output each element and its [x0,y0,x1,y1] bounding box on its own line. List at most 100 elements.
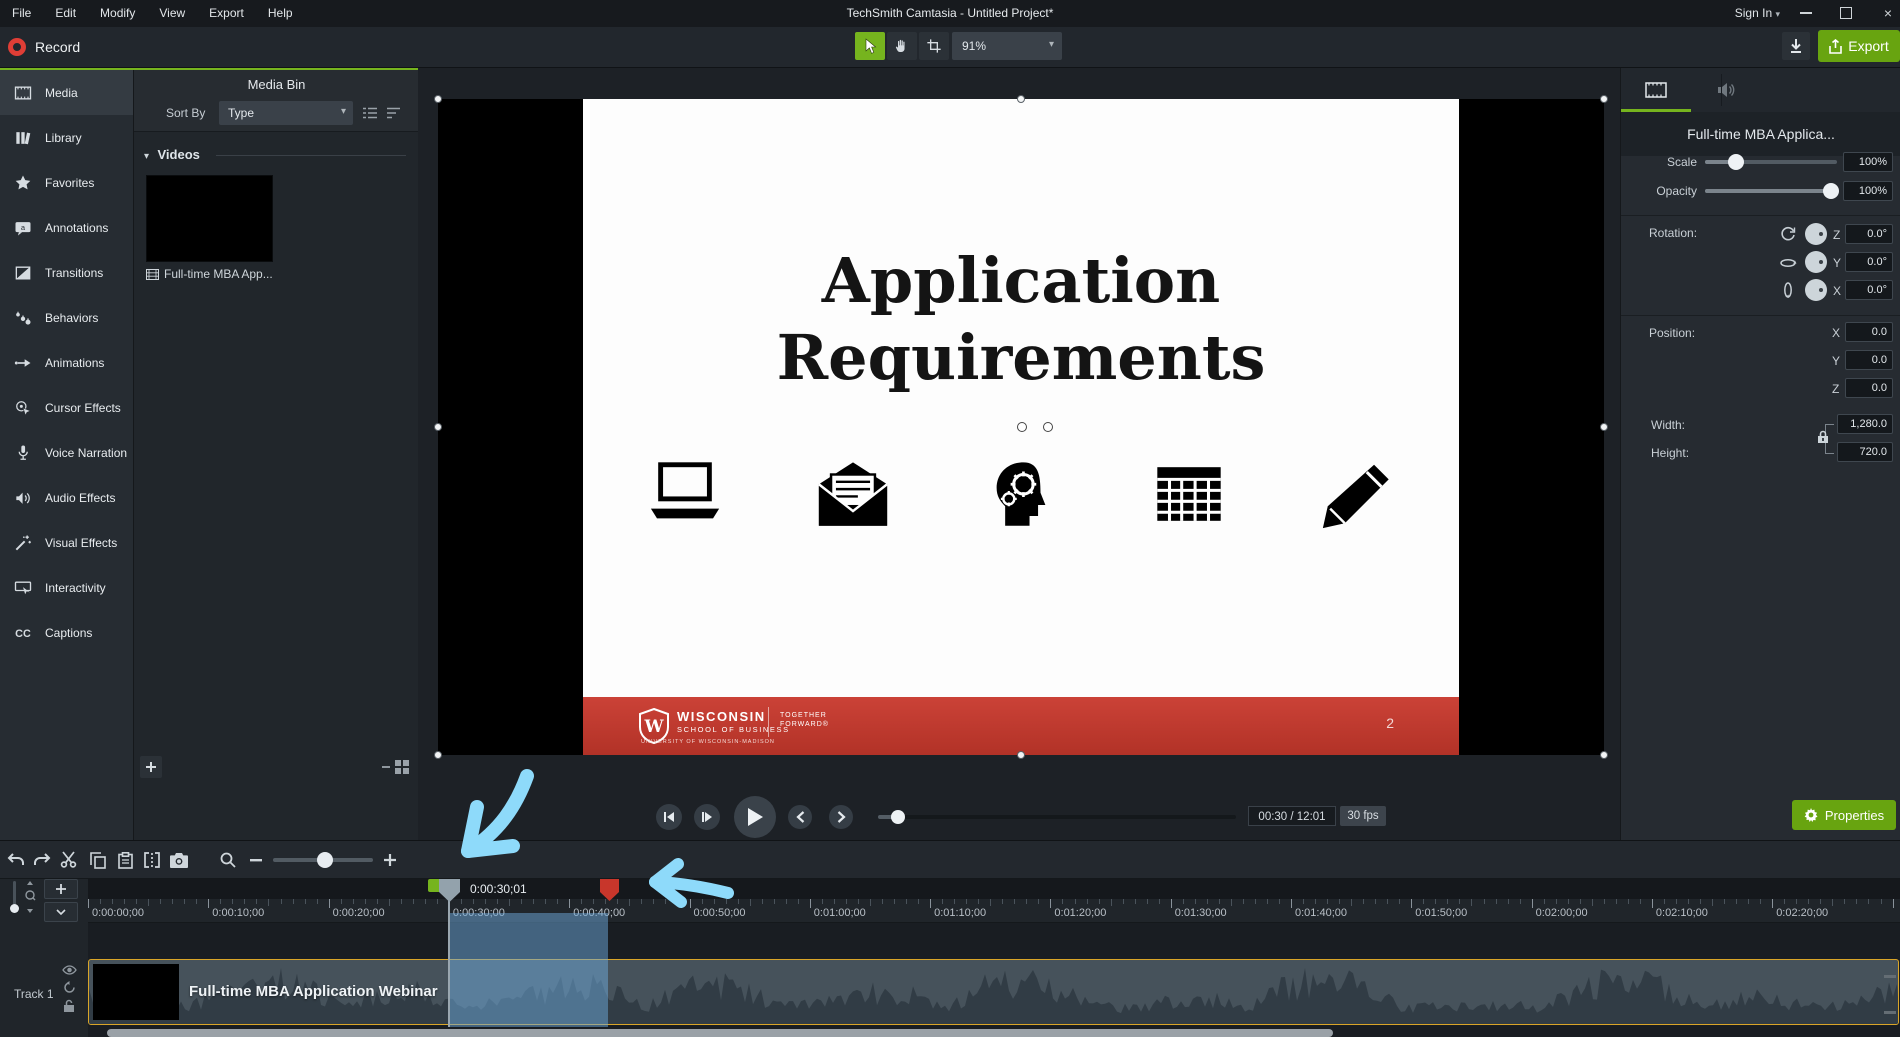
selection-handle-top-center[interactable] [1017,95,1025,103]
scale-slider[interactable] [1705,160,1837,164]
position-z-value-box[interactable]: 0.0 [1845,378,1893,398]
thumbnail-view-toggle[interactable] [382,758,414,776]
sidebar-item-voice-narration[interactable]: Voice Narration [0,430,133,475]
rotation-z-value-box[interactable]: 0.0° [1845,224,1893,244]
media-item[interactable]: Full-time MBA App... [146,175,273,285]
step-forward-button[interactable] [694,804,720,830]
timeline-zoom-handle[interactable] [317,852,333,868]
next-marker-button[interactable] [829,805,853,829]
track-loop-icon[interactable] [63,981,76,994]
timeline-zoom-in-button[interactable] [380,848,400,872]
position-x-value-box[interactable]: 0.0 [1845,322,1893,342]
playhead-line[interactable] [448,896,450,1027]
add-media-button[interactable] [140,756,162,778]
scrubber-handle[interactable] [891,810,905,824]
scale-slider-handle[interactable] [1728,154,1744,170]
track-clip[interactable]: Full-time MBA Application Webinar [88,959,1899,1025]
selection-handle-mid-left[interactable] [434,423,442,431]
selection-handle-top-left[interactable] [434,95,442,103]
export-button[interactable]: Export [1818,30,1900,62]
fps-display[interactable]: 30 fps [1340,806,1386,826]
sidebar-item-audio-effects[interactable]: Audio Effects [0,475,133,520]
timeline-marker-strip[interactable] [88,879,1900,899]
timeline-zoom-slider[interactable] [273,858,373,862]
selection-handle-mid-right[interactable] [1600,423,1608,431]
canvas-stage[interactable]: Application Requirements W WISCONSIN SCH… [438,99,1604,755]
download-button[interactable] [1782,32,1810,60]
sidebar-item-cursor-effects[interactable]: Cursor Effects [0,385,133,430]
vertical-zoom-icon[interactable] [24,881,36,913]
play-button[interactable] [734,796,776,838]
rotation-y-value-box[interactable]: 0.0° [1845,252,1893,272]
selection-handle-bottom-center[interactable] [1017,751,1025,759]
sign-in-menu[interactable]: Sign In ▾ [1735,0,1780,28]
timeline-selection-region[interactable] [449,913,608,1027]
timeline-zoom-out-button[interactable] [246,848,266,872]
canvas-zoom-dropdown[interactable]: 91% ▾ [952,32,1062,60]
sidebar-item-interactivity[interactable]: Interactivity [0,565,133,610]
scroll-dash[interactable] [1884,975,1896,978]
track-lock-icon[interactable] [63,999,75,1013]
dimension-lock-icon[interactable] [1817,430,1829,444]
properties-button[interactable]: Properties [1792,800,1896,830]
sidebar-item-animations[interactable]: Animations [0,340,133,385]
undo-button[interactable] [4,848,28,872]
rotate-y-knob[interactable] [1805,251,1827,273]
scale-value-box[interactable]: 100% [1843,152,1893,172]
crop-tool-button[interactable] [919,32,949,60]
sidebar-item-media[interactable]: Media [0,70,133,115]
previous-marker-button[interactable] [788,805,812,829]
sidebar-item-transitions[interactable]: Transitions [0,250,133,295]
copy-button[interactable] [86,848,110,872]
sidebar-item-label: Transitions [45,266,103,280]
videos-group-header[interactable]: ▾ Videos [144,146,409,164]
sidebar-item-visual-effects[interactable]: Visual Effects [0,520,133,565]
sidebar-item-favorites[interactable]: Favorites [0,160,133,205]
restore-button[interactable] [1840,7,1852,19]
opacity-slider-handle[interactable] [1823,183,1839,199]
position-y-value-box[interactable]: 0.0 [1845,350,1893,370]
list-view-icon[interactable] [362,106,378,120]
sidebar-item-library[interactable]: Library [0,115,133,160]
tab-visual-properties[interactable] [1621,68,1691,112]
width-value-box[interactable]: 1,280.0 [1837,414,1893,434]
sidebar-item-behaviors[interactable]: Behaviors [0,295,133,340]
rotate-z-knob[interactable] [1805,223,1827,245]
track-height-handle[interactable] [10,904,19,913]
rotate-x-knob[interactable] [1805,279,1827,301]
track-visibility-icon[interactable] [62,965,77,975]
tab-audio-properties[interactable] [1691,68,1761,112]
cut-button[interactable] [57,848,81,872]
rotation-x-value-box[interactable]: 0.0° [1845,280,1893,300]
pan-tool-button[interactable] [887,32,917,60]
sort-by-dropdown[interactable]: Type ▾ [219,101,353,125]
redo-button[interactable] [30,848,54,872]
close-button[interactable]: × [1884,0,1892,27]
paste-button[interactable] [113,848,137,872]
cursor-tool-button[interactable] [855,32,885,60]
selection-center-handle[interactable] [1017,422,1027,432]
screenshot-button[interactable] [167,848,191,872]
sort-order-icon[interactable] [386,106,402,120]
sidebar-item-captions[interactable]: CCCaptions [0,610,133,655]
selection-handle-top-right[interactable] [1600,95,1608,103]
playback-scrubber[interactable] [878,815,1236,819]
timeline-zoom-button[interactable] [216,848,240,872]
selection-anchor-handle[interactable] [1043,422,1053,432]
opacity-slider[interactable] [1705,189,1837,193]
playhead-head[interactable] [439,879,460,902]
add-track-button[interactable] [44,879,78,899]
height-value-box[interactable]: 720.0 [1837,442,1893,462]
step-back-button[interactable] [656,804,682,830]
timeline-ruler[interactable]: 0:00:00;000:00:10;000:00:20;000:00:30;00… [88,899,1900,923]
track-options-button[interactable] [44,902,78,922]
scroll-dash[interactable] [1884,1011,1896,1014]
selection-out-handle[interactable] [600,879,619,901]
minimize-button[interactable] [1800,12,1812,14]
selection-handle-bottom-right[interactable] [1600,751,1608,759]
split-button[interactable] [140,848,164,872]
sidebar-item-annotations[interactable]: aAnnotations [0,205,133,250]
selection-handle-bottom-left[interactable] [434,751,442,759]
record-button[interactable]: Record [8,33,80,61]
opacity-value-box[interactable]: 100% [1843,181,1893,201]
